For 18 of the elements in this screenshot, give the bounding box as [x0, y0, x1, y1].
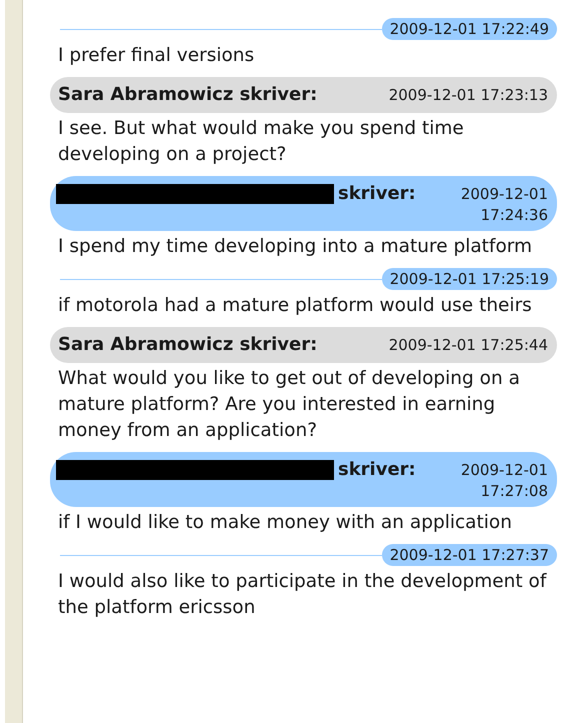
sender-name: skriver: [338, 458, 416, 482]
timestamp: 2009-12-01 17:22:49 [382, 18, 557, 40]
message-text: I see. But what would make you spend time developing on a project? [57, 117, 465, 167]
timestamp: 2009-12-01 17:25:19 [382, 268, 557, 290]
message-text: I prefer final versions [57, 44, 256, 68]
message-text: I spend my time developing into a mature platform [57, 235, 534, 259]
timestamp: 2009-12-01 17:25:44 [388, 335, 548, 356]
message-text: What would you like to get out of developing on a mature platform? Are you interested in earning money from an application? [57, 367, 521, 443]
message-text: if I would like to make money with an application [57, 511, 513, 535]
timestamp: 2009-12-01 17:23:13 [388, 85, 548, 106]
timestamp: 2009-12-01 17:24:36 [460, 184, 548, 226]
sender-name: Sara Abramowicz skriver: [58, 83, 318, 107]
timestamp: 2009-12-01 17:27:08 [460, 460, 548, 502]
sender-name: skriver: [338, 182, 416, 206]
message-text: I would also like to participate in the development of the platform ericsson [57, 570, 548, 620]
sender-name: Sara Abramowicz skriver: [58, 333, 318, 357]
timestamp: 2009-12-01 17:27:37 [382, 544, 557, 566]
message-text: if motorola had a mature platform would use theirs [57, 294, 533, 318]
